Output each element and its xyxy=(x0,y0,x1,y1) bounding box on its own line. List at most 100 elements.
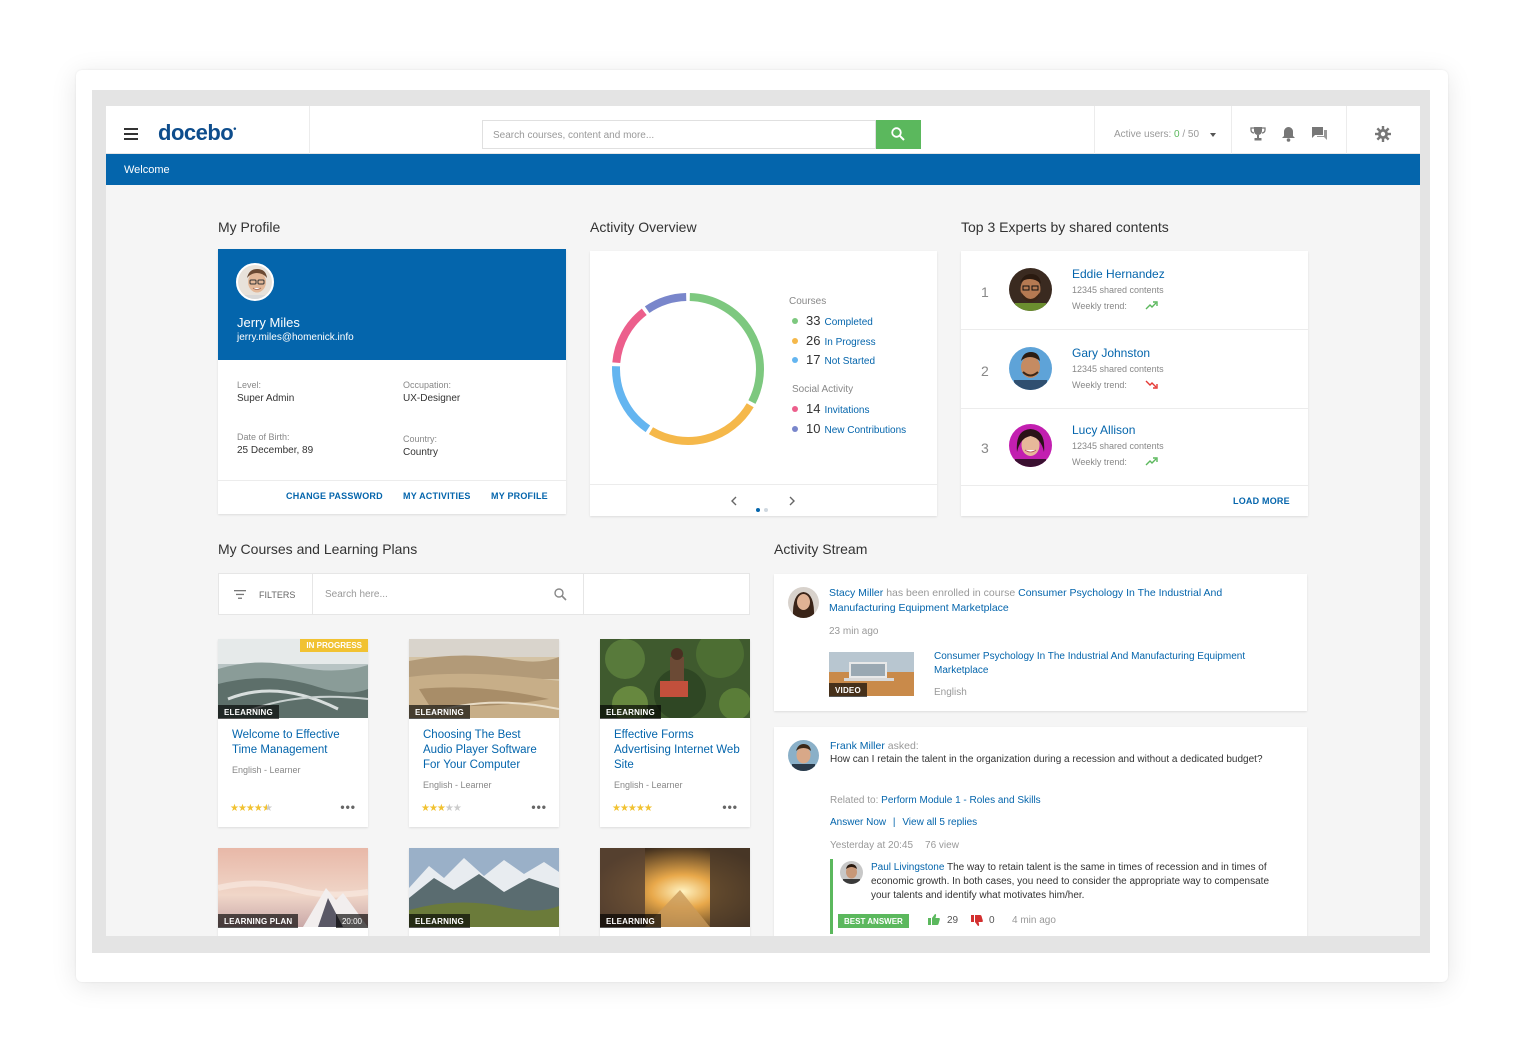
divider xyxy=(1094,106,1095,154)
user-link[interactable]: Stacy Miller xyxy=(829,587,883,599)
donut-segment-not-started[interactable] xyxy=(612,366,651,433)
avatar[interactable] xyxy=(1009,268,1052,311)
my-activities-link[interactable]: MY ACTIVITIES xyxy=(403,491,471,501)
pager-dot[interactable] xyxy=(764,508,768,512)
active-users[interactable]: Active users: 0 / 50 xyxy=(1114,129,1199,140)
field-value: Country xyxy=(403,447,439,458)
field-label: Country: xyxy=(403,434,438,444)
filter-icon[interactable] xyxy=(234,590,246,599)
more-options-icon[interactable]: ••• xyxy=(531,800,547,814)
thumbs-down-icon[interactable] xyxy=(971,915,983,926)
field-value: Super Admin xyxy=(237,393,295,404)
course-card[interactable]: ELEARNING xyxy=(600,848,750,936)
duration-badge: 20:00 xyxy=(335,914,368,928)
answer-now-link[interactable]: Answer Now xyxy=(830,817,886,828)
rating-stars: ★★★★★ xyxy=(421,803,462,814)
gear-icon[interactable] xyxy=(1375,126,1391,142)
course-title-link[interactable]: Effective Forms Advertising Internet Web… xyxy=(614,728,740,773)
expert-shared-count: 12345 shared contents xyxy=(1072,364,1164,374)
section-title-profile: My Profile xyxy=(218,219,281,235)
filters-button[interactable]: FILTERS xyxy=(259,590,295,600)
stream-post: Frank Miller asked: How can I retain the… xyxy=(774,727,1307,936)
status-dot xyxy=(792,357,798,363)
expert-name-link[interactable]: Lucy Allison xyxy=(1072,423,1135,437)
legend-item-invitations[interactable]: 14 Invitations xyxy=(792,401,870,416)
expert-rank: 2 xyxy=(981,363,989,379)
course-card[interactable]: ELEARNING xyxy=(409,848,559,936)
expert-name-link[interactable]: Gary Johnston xyxy=(1072,346,1150,360)
donut-segment-completed[interactable] xyxy=(689,293,764,404)
avatar[interactable] xyxy=(788,740,819,771)
course-title-link[interactable]: Welcome to Effective Time Management xyxy=(232,728,358,758)
load-more-link[interactable]: LOAD MORE xyxy=(1233,496,1290,506)
course-card[interactable]: ELEARNING Choosing The Best Audio Player… xyxy=(409,639,559,827)
search-input[interactable]: Search courses, content and more... xyxy=(482,120,876,149)
carousel-pager[interactable] xyxy=(756,499,772,512)
donut-segment-in-progress[interactable] xyxy=(648,403,754,445)
divider xyxy=(590,484,937,485)
divider xyxy=(218,480,566,481)
legend-item-contributions[interactable]: 10 New Contributions xyxy=(792,421,906,436)
change-password-link[interactable]: CHANGE PASSWORD xyxy=(286,491,383,501)
chevron-right-icon[interactable] xyxy=(788,496,796,506)
donut-segment-invitations[interactable] xyxy=(612,308,647,364)
search-icon xyxy=(891,127,905,141)
course-type-badge: ELEARNING xyxy=(600,914,661,928)
user-link[interactable]: Frank Miller xyxy=(830,740,885,752)
course-type-badge: ELEARNING xyxy=(218,705,279,719)
course-card[interactable]: ELEARNING Effective Forms Advertising In… xyxy=(600,639,750,827)
divider xyxy=(1346,106,1347,154)
trend-up-icon xyxy=(1145,457,1158,466)
section-title-courses: My Courses and Learning Plans xyxy=(218,541,418,557)
legend-item-not-started[interactable]: 17 Not Started xyxy=(792,352,875,367)
legend-item-completed[interactable]: 33 Completed xyxy=(792,313,873,328)
course-card[interactable]: LEARNING PLAN 20:00 xyxy=(218,848,368,936)
trend-down-icon xyxy=(1145,380,1158,389)
status-dot xyxy=(792,406,798,412)
more-options-icon[interactable]: ••• xyxy=(340,800,356,814)
logo[interactable]: docebo• xyxy=(158,120,236,146)
user-link[interactable]: Paul Livingstone xyxy=(871,862,944,873)
search-button[interactable] xyxy=(876,120,921,149)
search-icon[interactable] xyxy=(554,588,567,601)
avatar[interactable] xyxy=(788,587,819,618)
media-title-link[interactable]: Consumer Psychology In The Industrial An… xyxy=(934,650,1294,678)
avatar[interactable] xyxy=(1009,347,1052,390)
course-card[interactable]: IN PROGRESS ELEARNING Welcome to Effecti… xyxy=(218,639,368,827)
best-answer-badge: BEST ANSWER xyxy=(838,914,909,928)
expert-name-link[interactable]: Eddie Hernandez xyxy=(1072,267,1165,281)
pager-dot[interactable] xyxy=(756,508,760,512)
course-title-link[interactable]: Choosing The Best Audio Player Software … xyxy=(423,728,549,773)
rating-stars: ★★★★★★ xyxy=(230,803,272,814)
expert-trend: Weekly trend: xyxy=(1072,301,1127,311)
tab-welcome[interactable]: Welcome xyxy=(106,154,1420,185)
field-label: Date of Birth: xyxy=(237,432,290,442)
my-profile-link[interactable]: MY PROFILE xyxy=(491,491,548,501)
view-replies-link[interactable]: View all 5 replies xyxy=(902,817,977,828)
course-meta: English - Learner xyxy=(614,780,683,790)
thumbs-up-icon[interactable] xyxy=(928,914,940,925)
menu-icon[interactable] xyxy=(124,128,138,140)
bell-icon[interactable] xyxy=(1281,126,1296,142)
avatar[interactable] xyxy=(840,861,863,884)
activity-card: Courses 33 Completed 26 In Progress 17 Not … xyxy=(590,251,937,516)
courses-search-input[interactable]: Search here... xyxy=(325,589,388,600)
expert-rank: 3 xyxy=(981,440,989,456)
section-title-experts: Top 3 Experts by shared contents xyxy=(961,219,1169,235)
donut-segment-new-contributions[interactable] xyxy=(644,293,687,314)
course-type-badge: ELEARNING xyxy=(409,914,470,928)
trophy-icon[interactable] xyxy=(1250,126,1266,142)
status-dot xyxy=(792,338,798,344)
expert-trend: Weekly trend: xyxy=(1072,457,1127,467)
section-title-stream: Activity Stream xyxy=(774,541,868,557)
status-dot xyxy=(792,426,798,432)
avatar[interactable] xyxy=(1009,424,1052,467)
legend-item-in-progress[interactable]: 26 In Progress xyxy=(792,333,876,348)
avatar[interactable] xyxy=(236,263,274,301)
status-badge: IN PROGRESS xyxy=(300,639,368,652)
chevron-down-icon[interactable] xyxy=(1210,133,1216,137)
more-options-icon[interactable]: ••• xyxy=(722,800,738,814)
chevron-left-icon[interactable] xyxy=(730,496,738,506)
related-link[interactable]: Perform Module 1 - Roles and Skills xyxy=(881,795,1041,806)
chat-icon[interactable] xyxy=(1311,126,1328,142)
